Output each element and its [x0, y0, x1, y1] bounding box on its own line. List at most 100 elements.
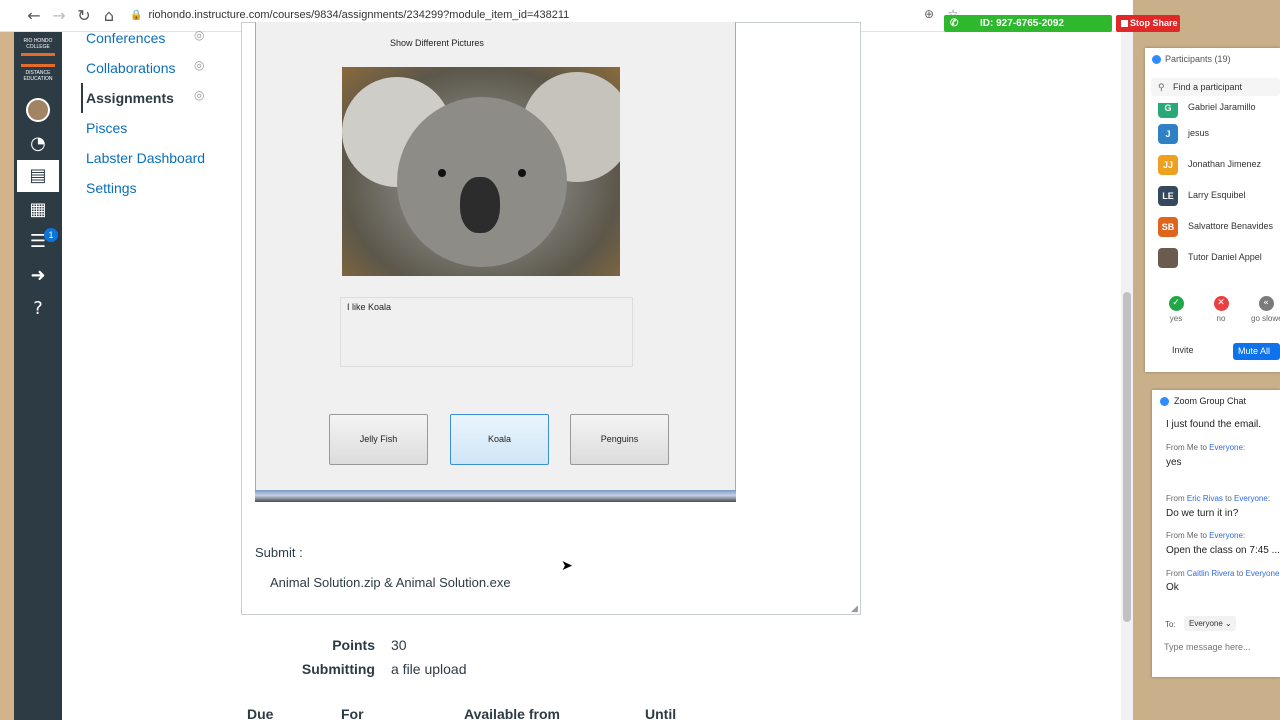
- inbox-badge: 1: [44, 228, 58, 242]
- participant-avatar: SB: [1158, 217, 1178, 237]
- koala-image: [342, 67, 620, 276]
- chat-sender-line: From Me to Everyone:: [1166, 531, 1246, 540]
- chat-recipient-select[interactable]: Everyone ⌄: [1184, 616, 1236, 631]
- stop-share-button[interactable]: Stop Share: [1116, 15, 1180, 32]
- participant-row[interactable]: LE Larry Esquibel: [1158, 186, 1280, 206]
- mute-all-button[interactable]: Mute All: [1233, 343, 1280, 360]
- participants-panel: Participants (19) ⚲ Find a participant G…: [1145, 48, 1280, 372]
- invite-button[interactable]: Invite: [1172, 345, 1194, 355]
- chat-message: Open the class on 7:45 ...: [1166, 545, 1280, 556]
- page-scrollbar[interactable]: [1121, 32, 1133, 720]
- phone-icon: ✆: [950, 18, 959, 29]
- participant-avatar: LE: [1158, 186, 1178, 206]
- form-title: Show Different Pictures: [390, 38, 484, 48]
- resize-handle-icon[interactable]: ◢: [851, 604, 858, 614]
- forward-icon[interactable]: →: [49, 6, 69, 26]
- search-icon: ⚲: [1158, 82, 1165, 92]
- submit-files: Animal Solution.zip & Animal Solution.ex…: [270, 575, 511, 590]
- mouse-cursor-icon: ➤: [561, 558, 573, 574]
- url-field[interactable]: 🔒 riohondo.instructure.com/courses/9834/a…: [130, 9, 569, 21]
- due-header: Due: [247, 706, 274, 720]
- reload-icon[interactable]: ↻: [74, 6, 94, 26]
- participant-avatar: J: [1158, 124, 1178, 144]
- penguins-button: Penguins: [570, 414, 669, 465]
- meeting-id-banner[interactable]: ✆ ID: 927-6765-2092: [944, 15, 1112, 32]
- eye-hidden-icon: ◎: [194, 88, 205, 102]
- chat-message: I just found the email.: [1166, 419, 1262, 430]
- reaction-go-slower[interactable]: « go slower: [1251, 296, 1280, 323]
- course-nav: Conferences ◎ Collaborations ◎ Assignmen…: [62, 28, 230, 720]
- home-icon[interactable]: ⌂: [99, 6, 119, 26]
- chat-message: Ok: [1166, 582, 1179, 593]
- back-icon[interactable]: ←: [24, 6, 44, 26]
- participant-row[interactable]: G Gabriel Jaramillo: [1158, 103, 1280, 118]
- participant-avatar: G: [1158, 103, 1178, 118]
- chat-sender-line: From Me to Everyone:: [1166, 443, 1246, 452]
- account-avatar[interactable]: [26, 98, 50, 122]
- course-nav-labster-dashboard[interactable]: Labster Dashboard: [86, 150, 205, 166]
- submit-label: Submit :: [255, 545, 303, 560]
- chat-title: Zoom Group Chat: [1159, 396, 1247, 406]
- form-textbox: I like Koala: [340, 297, 633, 367]
- reaction-no[interactable]: ✕ no: [1206, 296, 1236, 323]
- for-header: For: [341, 706, 364, 720]
- lock-icon: 🔒: [130, 10, 143, 21]
- college-logo[interactable]: RIO HONDO COLLEGE DISTANCE EDUCATION: [19, 38, 57, 88]
- chat-recipient-value: Everyone: [1189, 619, 1223, 628]
- participant-name: Tutor Daniel Appel: [1188, 252, 1262, 262]
- x-icon: ✕: [1213, 296, 1229, 311]
- until-header: Until: [645, 706, 677, 720]
- chat-message: Do we turn it in?: [1166, 508, 1239, 519]
- koala-button: Koala: [450, 414, 549, 465]
- participant-photo: [1158, 248, 1178, 268]
- global-nav: RIO HONDO COLLEGE DISTANCE EDUCATION ◔ ▤…: [14, 32, 62, 720]
- meeting-id-text: ID: 927-6765-2092: [980, 18, 1064, 29]
- participant-avatar: JJ: [1158, 155, 1178, 175]
- dashboard-icon[interactable]: ◔: [26, 132, 50, 156]
- participant-row[interactable]: J jesus: [1158, 124, 1280, 144]
- points-label: Points: [332, 637, 375, 653]
- course-nav-assignments[interactable]: Assignments: [86, 90, 174, 106]
- scroll-thumb[interactable]: [1123, 292, 1131, 622]
- course-nav-pisces[interactable]: Pisces: [86, 120, 127, 136]
- form-taskbar-edge: [255, 490, 736, 502]
- search-placeholder: Find a participant: [1173, 82, 1243, 92]
- chat-sender-line: From Eric Rivas to Everyone:: [1166, 494, 1271, 503]
- course-nav-conferences[interactable]: Conferences: [86, 30, 165, 46]
- jelly-fish-button: Jelly Fish: [329, 414, 428, 465]
- reaction-label: no: [1216, 314, 1226, 323]
- participant-name: Salvattore Benavides: [1188, 221, 1274, 231]
- chat-sender-line: From Caitlin Rivera to Everyone:: [1166, 569, 1280, 578]
- available-from-header: Available from: [464, 706, 560, 720]
- url-text: riohondo.instructure.com/courses/9834/as…: [148, 9, 570, 21]
- help-icon[interactable]: ?: [26, 297, 50, 321]
- courses-icon[interactable]: ▤: [17, 160, 59, 192]
- eye-hidden-icon: ◎: [194, 28, 205, 42]
- commons-icon[interactable]: ➜: [26, 264, 50, 288]
- chat-message: yes: [1166, 457, 1182, 468]
- course-nav-settings[interactable]: Settings: [86, 180, 137, 196]
- participants-title: Participants (19): [1152, 54, 1231, 64]
- calendar-icon[interactable]: ▦: [26, 198, 50, 222]
- reaction-yes[interactable]: ✓ yes: [1161, 296, 1191, 323]
- reaction-label: yes: [1169, 314, 1183, 323]
- chat-panel: Zoom Group Chat I just found the email. …: [1152, 390, 1280, 677]
- check-icon: ✓: [1168, 296, 1184, 311]
- eye-hidden-icon: ◎: [194, 58, 205, 72]
- chat-message-input[interactable]: [1164, 640, 1274, 654]
- chat-to-label: To:: [1165, 620, 1176, 629]
- rewind-icon: «: [1258, 296, 1274, 311]
- participant-search-input[interactable]: ⚲ Find a participant: [1151, 78, 1280, 96]
- chevron-down-icon: ⌄: [1225, 619, 1232, 628]
- logo-line-1: RIO HONDO COLLEGE: [23, 38, 53, 50]
- participant-row[interactable]: JJ Jonathan Jimenez: [1158, 155, 1280, 175]
- points-value: 30: [391, 637, 407, 653]
- reaction-label: go slower: [1251, 314, 1280, 323]
- active-indicator: [81, 83, 83, 113]
- course-nav-collaborations[interactable]: Collaborations: [86, 60, 176, 76]
- desktop-strip: [0, 32, 14, 720]
- participant-row[interactable]: SB Salvattore Benavides: [1158, 217, 1280, 237]
- logo-waves-icon: [21, 53, 55, 67]
- participant-row[interactable]: Tutor Daniel Appel: [1158, 248, 1280, 268]
- zoom-magnifier-icon[interactable]: ⊕: [922, 7, 936, 21]
